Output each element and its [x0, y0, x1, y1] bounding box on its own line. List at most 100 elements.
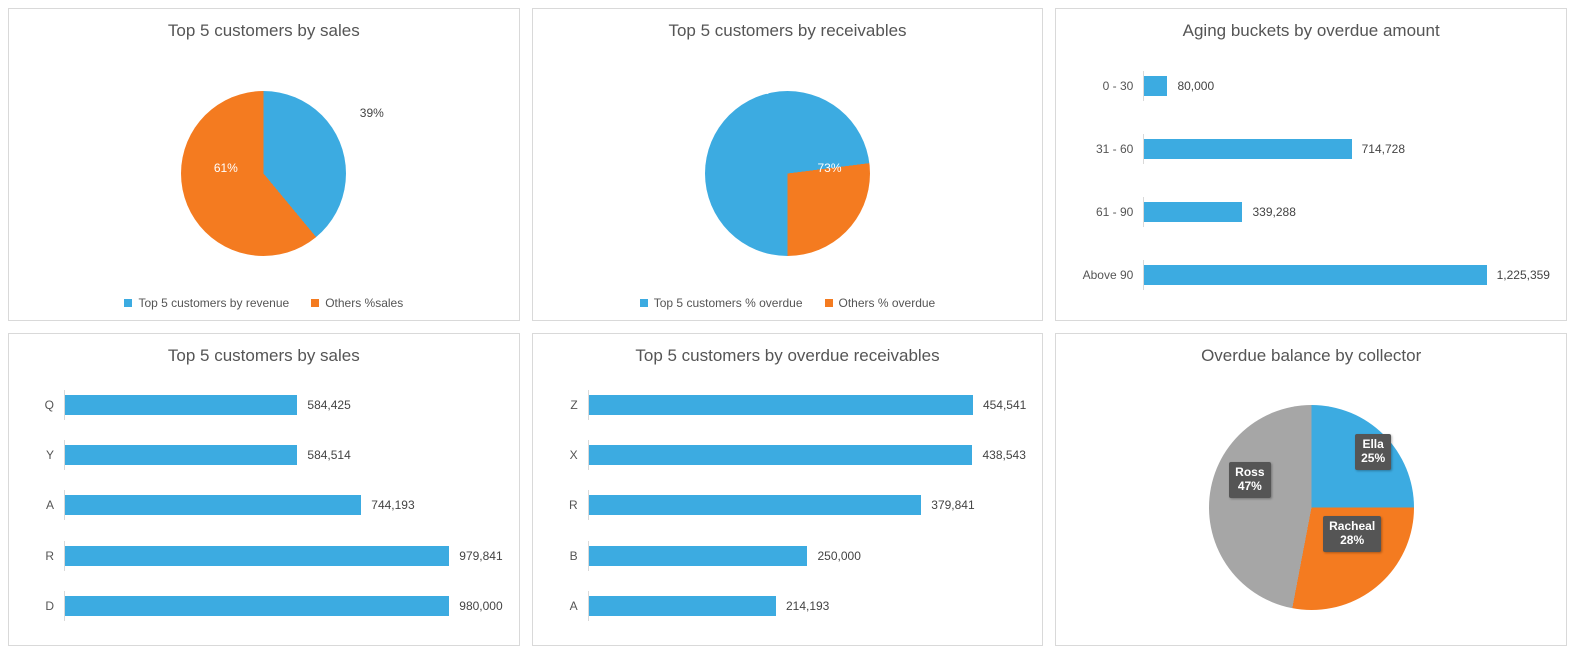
bar-row: Y 584,514 [26, 440, 503, 470]
bar-chart: Q 584,425 Y 584,514 A 744,193 R 979,841 … [19, 376, 509, 639]
bar-fill [1144, 76, 1167, 96]
bar-category: Q [26, 398, 64, 412]
bar-track: 980,000 [64, 591, 503, 621]
bar-row: 31 - 60 714,728 [1073, 134, 1550, 164]
bar-category: A [26, 498, 64, 512]
legend-item: Others % overdue [825, 296, 936, 310]
bar-track: 584,425 [64, 390, 503, 420]
bar-category: Z [550, 398, 588, 412]
chart-title: Top 5 customers by overdue receivables [635, 346, 939, 366]
legend-item: Top 5 customers by revenue [124, 296, 289, 310]
bar-track: 214,193 [588, 591, 1027, 621]
bar-fill [589, 395, 973, 415]
chart-title: Top 5 customers by sales [168, 21, 360, 41]
chart-title: Top 5 customers by receivables [668, 21, 906, 41]
legend-label: Others % overdue [839, 296, 936, 310]
bar-track: 454,541 [588, 390, 1027, 420]
bar-fill [65, 395, 297, 415]
bar-row: Z 454,541 [550, 390, 1027, 420]
bar-row: Above 90 1,225,359 [1073, 260, 1550, 290]
bar-category: A [550, 599, 588, 613]
bar-track: 744,193 [64, 490, 503, 520]
bar-category: B [550, 549, 588, 563]
bar-track: 1,225,359 [1143, 260, 1550, 290]
bar-fill [589, 596, 776, 616]
bar-chart: 0 - 30 80,000 31 - 60 714,728 61 - 90 33… [1066, 51, 1556, 314]
pie-slice-label: 61% [214, 161, 238, 175]
legend-swatch-icon [311, 299, 319, 307]
bar-category: 31 - 60 [1073, 142, 1143, 156]
bar-fill [65, 596, 449, 616]
bar-category: Above 90 [1073, 268, 1143, 282]
bar-value: 714,728 [1362, 142, 1405, 156]
pie-chart: Ella25% Racheal28% Ross47% [1066, 376, 1556, 639]
bar-row: A 214,193 [550, 591, 1027, 621]
bar-track: 714,728 [1143, 134, 1550, 164]
bar-fill [589, 546, 808, 566]
bar-track: 584,514 [64, 440, 503, 470]
bar-value: 80,000 [1177, 79, 1214, 93]
chart-title: Aging buckets by overdue amount [1183, 21, 1440, 41]
legend-swatch-icon [124, 299, 132, 307]
pie-chart: 73% 27% [543, 51, 1033, 296]
bar-row: D 980,000 [26, 591, 503, 621]
bar-fill [65, 546, 449, 566]
bar-value: 214,193 [786, 599, 829, 613]
bar-category: 61 - 90 [1073, 205, 1143, 219]
legend-swatch-icon [825, 299, 833, 307]
bar-value: 379,841 [931, 498, 974, 512]
bar-row: X 438,543 [550, 440, 1027, 470]
pie-slice-label: 27% [745, 83, 769, 97]
dashboard-grid: Top 5 customers by sales 39% 61% Top 5 c… [8, 8, 1567, 646]
bar-row: Q 584,425 [26, 390, 503, 420]
pie-chart: 39% 61% [19, 51, 509, 296]
chart-title: Top 5 customers by sales [168, 346, 360, 366]
bar-fill [1144, 265, 1486, 285]
bar-fill [65, 445, 297, 465]
legend-label: Top 5 customers by revenue [138, 296, 289, 310]
bar-category: Y [26, 448, 64, 462]
pie-slice-label: Ella25% [1355, 434, 1391, 470]
pie-graphic [181, 91, 346, 256]
bar-category: R [26, 549, 64, 563]
pie-slice-label: Racheal28% [1323, 516, 1381, 552]
bar-row: B 250,000 [550, 541, 1027, 571]
bar-row: A 744,193 [26, 490, 503, 520]
panel-top5-overdue-bar: Top 5 customers by overdue receivables Z… [532, 333, 1044, 646]
legend-label: Others %sales [325, 296, 403, 310]
chart-title: Overdue balance by collector [1201, 346, 1421, 366]
pie-slice-label: 73% [817, 161, 841, 175]
panel-aging-bar: Aging buckets by overdue amount 0 - 30 8… [1055, 8, 1567, 321]
bar-track: 979,841 [64, 541, 503, 571]
bar-value: 584,425 [307, 398, 350, 412]
bar-fill [1144, 139, 1351, 159]
bar-value: 339,288 [1252, 205, 1295, 219]
bar-fill [589, 495, 922, 515]
bar-category: 0 - 30 [1073, 79, 1143, 93]
bar-value: 438,543 [982, 448, 1025, 462]
panel-collector-pie: Overdue balance by collector Ella25% Rac… [1055, 333, 1567, 646]
panel-receivables-pie: Top 5 customers by receivables 73% 27% T… [532, 8, 1044, 321]
bar-row: 0 - 30 80,000 [1073, 71, 1550, 101]
bar-value: 454,541 [983, 398, 1026, 412]
legend-label: Top 5 customers % overdue [654, 296, 803, 310]
legend: Top 5 customers by revenue Others %sales [124, 296, 403, 314]
bar-chart: Z 454,541 X 438,543 R 379,841 B 250,000 … [543, 376, 1033, 639]
bar-category: R [550, 498, 588, 512]
legend-item: Top 5 customers % overdue [640, 296, 803, 310]
bar-track: 438,543 [588, 440, 1027, 470]
pie-slice-label: 39% [360, 106, 384, 120]
bar-value: 584,514 [307, 448, 350, 462]
bar-category: X [550, 448, 588, 462]
pie-graphic [705, 91, 870, 256]
bar-row: R 979,841 [26, 541, 503, 571]
bar-value: 980,000 [459, 599, 502, 613]
bar-track: 250,000 [588, 541, 1027, 571]
bar-track: 379,841 [588, 490, 1027, 520]
bar-value: 1,225,359 [1497, 268, 1550, 282]
bar-fill [589, 445, 973, 465]
bar-track: 80,000 [1143, 71, 1550, 101]
panel-top5-sales-bar: Top 5 customers by sales Q 584,425 Y 584… [8, 333, 520, 646]
bar-fill [1144, 202, 1242, 222]
legend-swatch-icon [640, 299, 648, 307]
